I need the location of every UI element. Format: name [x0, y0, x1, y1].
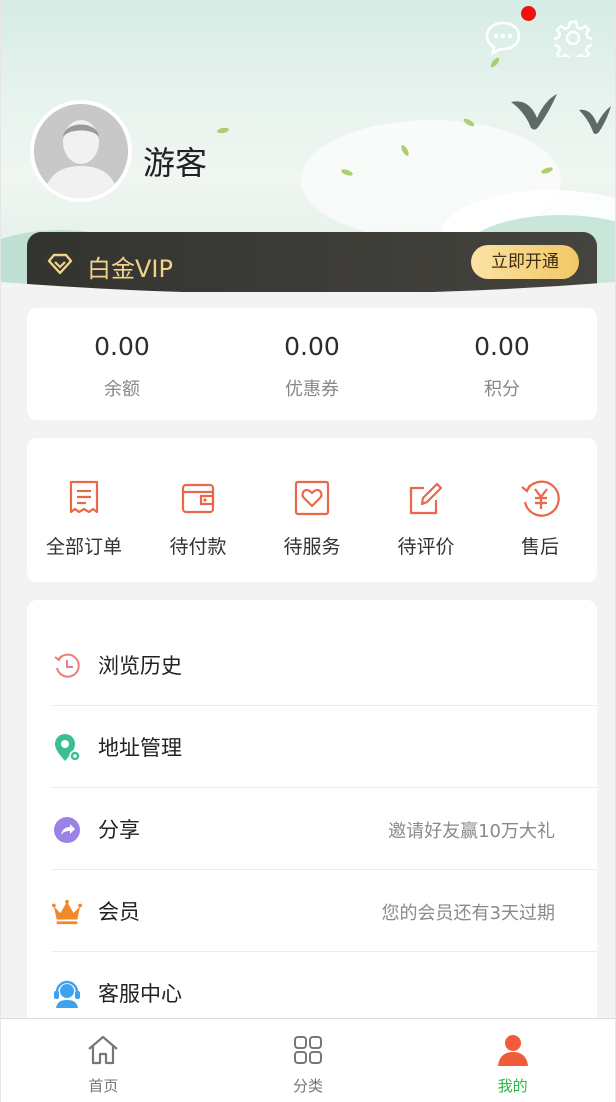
- menu-item-hint: 您的会员还有3天过期: [381, 903, 555, 924]
- menu-item-share[interactable]: 分享 邀请好友赢10万大礼: [52, 788, 597, 870]
- stat-label: 积分: [484, 379, 520, 400]
- tab-category[interactable]: 分类: [206, 1019, 411, 1102]
- menu-item-membership[interactable]: 会员 您的会员还有3天过期: [52, 870, 597, 952]
- tab-label: 我的: [497, 1077, 528, 1095]
- user-icon: [497, 1035, 528, 1066]
- history-icon: [54, 653, 80, 678]
- menu-item-label: 客服中心: [98, 982, 182, 1006]
- avatar[interactable]: [30, 100, 132, 202]
- menu-item-label: 会员: [98, 900, 140, 924]
- home-icon: [88, 1035, 119, 1065]
- orders-card: 全部订单 待付款 待服务 待评价 售后: [27, 438, 597, 582]
- gear-icon: [554, 20, 592, 57]
- stat-label: 余额: [104, 379, 140, 400]
- menu-item-label: 分享: [98, 818, 140, 842]
- order-all[interactable]: 全部订单: [27, 438, 141, 582]
- menu-item-address[interactable]: 地址管理: [52, 706, 597, 788]
- swallow-icon: [579, 106, 611, 134]
- tab-mine[interactable]: 我的: [410, 1019, 615, 1102]
- default-user-icon: [34, 104, 128, 198]
- profile-header: 游客 白金VIP 立即开通: [1, 0, 615, 292]
- category-icon: [294, 1036, 322, 1064]
- menu-item-hint: 邀请好友赢10万大礼: [388, 821, 555, 842]
- order-to-serve[interactable]: 待服务: [255, 438, 369, 582]
- menu-item-label: 浏览历史: [98, 654, 182, 678]
- crown-icon: [52, 899, 82, 925]
- swallow-icon: [511, 94, 557, 130]
- order-to-review[interactable]: 待评价: [369, 438, 483, 582]
- menu-item-history[interactable]: 浏览历史: [52, 624, 597, 706]
- header-wave: [1, 282, 615, 292]
- username: 游客: [143, 144, 208, 182]
- asset-stats-card: 0.00 余额 0.00 优惠券 0.00 积分: [27, 308, 597, 420]
- stat-value: 0.00: [474, 332, 530, 361]
- stat-balance[interactable]: 0.00 余额: [27, 308, 217, 420]
- message-button[interactable]: [483, 18, 523, 58]
- order-list-icon: [69, 480, 99, 514]
- tab-label: 首页: [88, 1077, 119, 1095]
- order-label: 待评价: [397, 536, 455, 558]
- customer-service-icon: [54, 980, 80, 1008]
- order-label: 全部订单: [45, 536, 122, 558]
- wallet-icon: [181, 483, 215, 514]
- bottom-tab-bar: 首页 分类 我的: [1, 1018, 615, 1102]
- refund-yen-icon: [521, 480, 560, 517]
- stat-value: 0.00: [94, 332, 150, 361]
- diamond-icon: [47, 253, 73, 275]
- tab-label: 分类: [293, 1077, 324, 1095]
- stat-value: 0.00: [284, 332, 340, 361]
- edit-icon: [409, 482, 443, 515]
- chat-icon: [485, 21, 521, 56]
- order-label: 售后: [520, 536, 559, 558]
- stat-coupons[interactable]: 0.00 优惠券: [217, 308, 407, 420]
- menu-list: 浏览历史 地址管理 分享 邀请好友赢10万大礼 会员 您的会员还有3天过期 客服…: [27, 600, 597, 1040]
- order-label: 待付款: [169, 536, 227, 558]
- location-icon: [55, 734, 81, 762]
- settings-button[interactable]: [553, 18, 593, 58]
- open-vip-button[interactable]: 立即开通: [471, 245, 579, 279]
- share-icon: [54, 817, 80, 843]
- order-unpaid[interactable]: 待付款: [141, 438, 255, 582]
- order-label: 待服务: [283, 536, 341, 558]
- tab-home[interactable]: 首页: [1, 1019, 206, 1102]
- stat-label: 优惠券: [285, 379, 339, 400]
- order-after-sale[interactable]: 售后: [483, 438, 597, 582]
- heart-box-icon: [294, 480, 330, 516]
- stat-points[interactable]: 0.00 积分: [407, 308, 597, 420]
- menu-item-label: 地址管理: [98, 736, 182, 760]
- notification-dot: [521, 6, 536, 21]
